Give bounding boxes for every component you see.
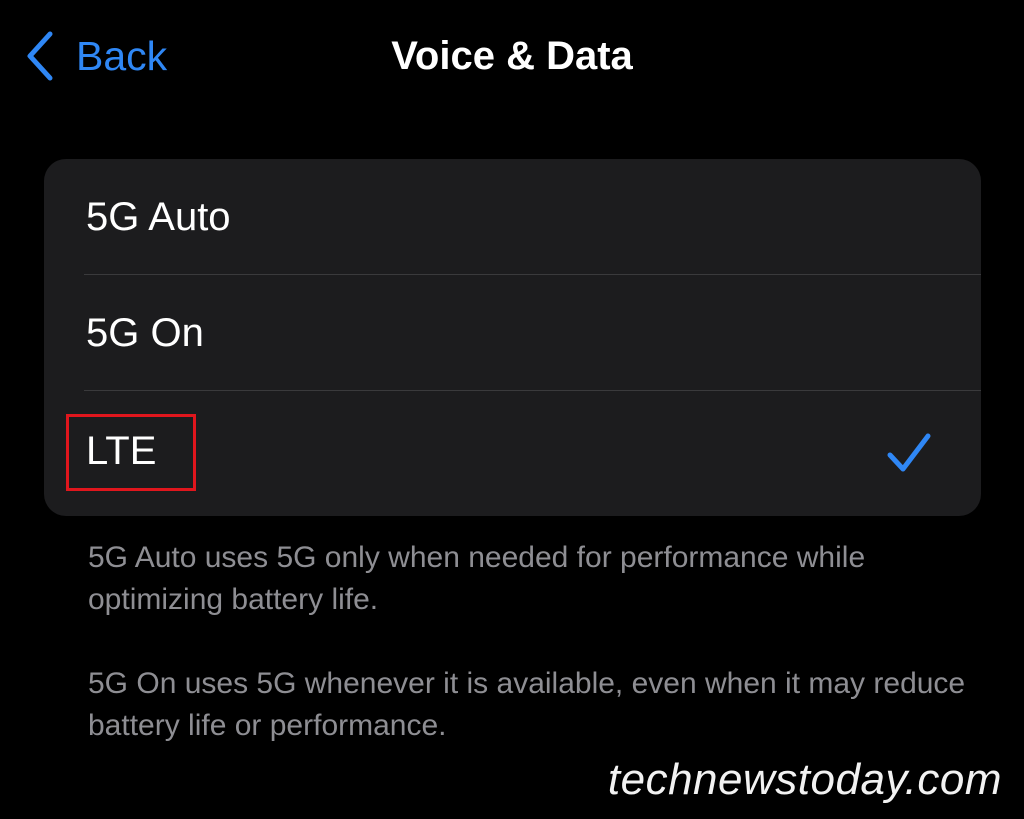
option-label: 5G Auto	[86, 195, 231, 239]
option-label: 5G On	[86, 311, 204, 355]
back-label: Back	[76, 33, 168, 79]
footer-note-5g-on: 5G On uses 5G whenever it is available, …	[88, 667, 966, 742]
option-5g-on[interactable]: 5G On	[44, 275, 981, 391]
option-5g-auto[interactable]: 5G Auto	[44, 159, 981, 275]
watermark: technewstoday.com	[607, 755, 1002, 804]
network-options-list: 5G Auto 5G On LTE	[44, 159, 981, 516]
back-button[interactable]: Back	[22, 28, 167, 84]
option-lte[interactable]: LTE	[44, 391, 981, 516]
chevron-left-icon	[27, 31, 53, 81]
footer-note-5g-auto: 5G Auto uses 5G only when needed for per…	[88, 541, 866, 616]
navigation-bar: Back Voice & Data	[0, 0, 1024, 115]
option-label: LTE	[86, 429, 157, 473]
checkmark-icon	[887, 433, 931, 472]
